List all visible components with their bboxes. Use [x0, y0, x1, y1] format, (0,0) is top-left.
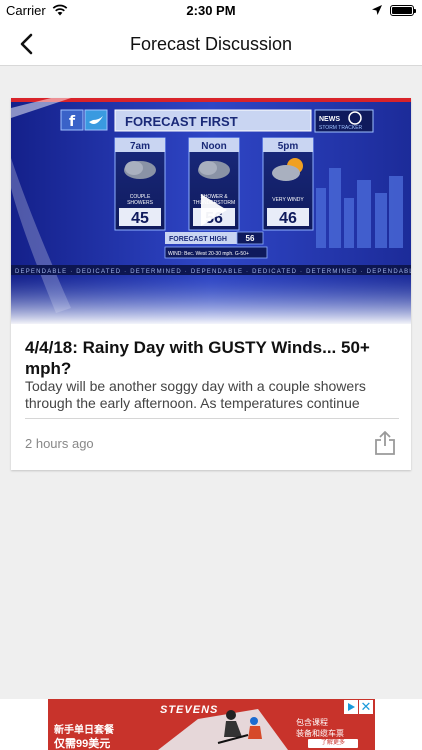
ad-right-line-1: 包含课程: [296, 718, 328, 727]
ad-cta-button[interactable]: 了解更多: [308, 739, 358, 748]
ad-line-1: 新手单日套餐: [54, 725, 114, 736]
video-thumbnail[interactable]: f FORECAST FIRST NEWS STORM TRACKER 7am …: [11, 98, 411, 324]
svg-text:7am: 7am: [130, 141, 150, 152]
divider: [25, 418, 399, 419]
svg-text:f: f: [69, 114, 76, 130]
svg-text:46: 46: [279, 210, 297, 227]
status-bar: Carrier 2:30 PM: [0, 0, 422, 22]
svg-text:VERY WINDY: VERY WINDY: [272, 197, 304, 203]
graphic-header-text: FORECAST FIRST: [125, 114, 238, 129]
post-title[interactable]: 4/4/18: Rainy Day with GUSTY Winds... 50…: [25, 337, 397, 379]
ad-banner[interactable]: STEVENS 新手单日套餐 仅需99美元 包含课程 装备和缆车票 了解更多 ✕: [48, 699, 375, 750]
svg-text:WIND: Bec. West 20-30 mph. G-5: WIND: Bec. West 20-30 mph. G-50+: [168, 251, 249, 257]
svg-text:Noon: Noon: [201, 141, 227, 152]
period-panel-7am: 7am COUPLE SHOWERS 45: [114, 137, 166, 231]
forecast-card[interactable]: f FORECAST FIRST NEWS STORM TRACKER 7am …: [11, 98, 411, 470]
svg-text:DEPENDABLE · DEDICATED · DETER: DEPENDABLE · DEDICATED · DETERMINED · DE…: [15, 269, 411, 275]
svg-text:45: 45: [131, 210, 149, 227]
post-summary: Today will be another soggy day with a c…: [25, 378, 366, 411]
ad-bar: STEVENS 新手单日套餐 仅需99美元 包含课程 装备和缆车票 了解更多 ✕: [0, 699, 422, 750]
page-title: Forecast Discussion: [129, 34, 293, 54]
play-icon[interactable]: [189, 188, 233, 232]
ad-brand: STEVENS: [160, 704, 219, 716]
ad-close-icon[interactable]: ✕: [359, 700, 373, 714]
svg-text:56: 56: [246, 234, 255, 243]
ad-right-line-2: 装备和缆车票: [296, 729, 344, 738]
status-time: 2:30 PM: [186, 3, 236, 18]
battery-icon: [390, 5, 416, 16]
post-timestamp: 2 hours ago: [25, 436, 94, 451]
period-panel-5pm: 5pm VERY WINDY 46: [262, 137, 314, 231]
svg-text:NEWS: NEWS: [319, 116, 340, 123]
navigation-bar: Forecast Discussion: [0, 22, 422, 66]
ad-line-2: 仅需99美元: [54, 738, 111, 750]
svg-text:5pm: 5pm: [278, 141, 299, 152]
svg-text:SHOWERS: SHOWERS: [127, 200, 154, 206]
svg-text:FORECAST HIGH: FORECAST HIGH: [169, 236, 227, 243]
adchoices-icon[interactable]: [344, 700, 358, 714]
location-arrow-icon: [372, 5, 382, 15]
share-icon[interactable]: [373, 430, 397, 456]
svg-text:STORM TRACKER: STORM TRACKER: [319, 125, 363, 131]
